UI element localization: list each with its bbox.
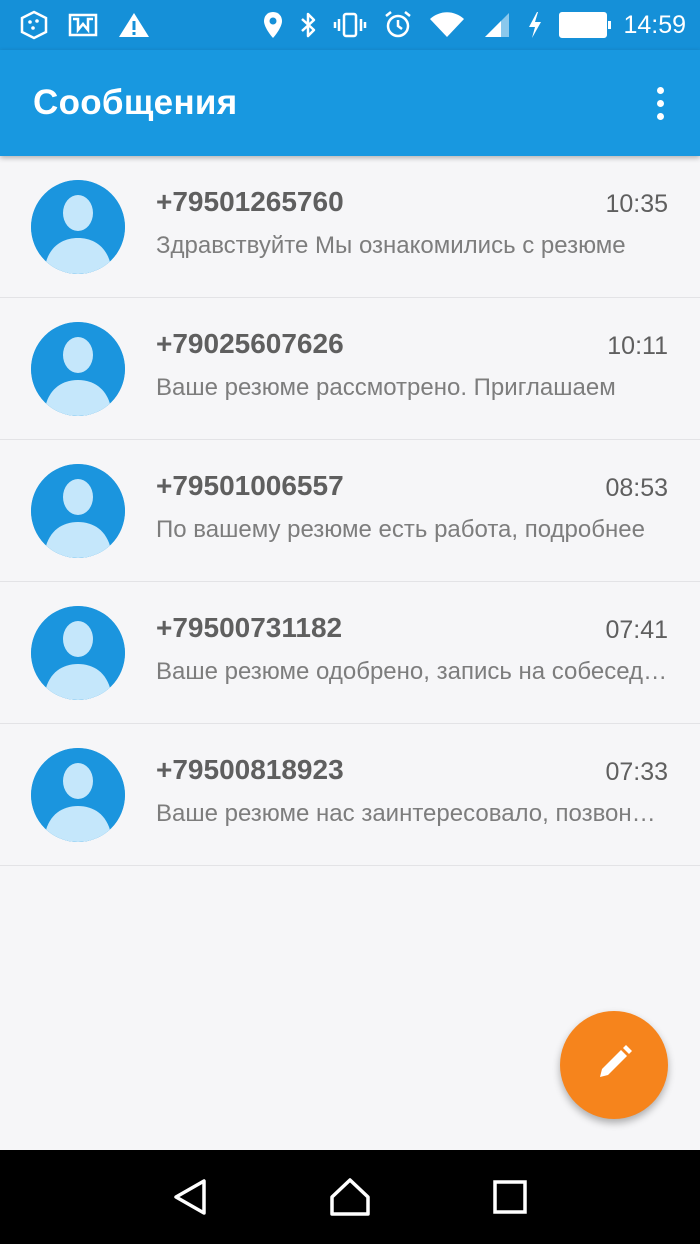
bluetooth-icon: [299, 11, 317, 39]
conversation-list: +79501265760 10:35 Здравствуйте Мы ознак…: [0, 156, 700, 866]
conversation-row[interactable]: +79501006557 08:53 По вашему резюме есть…: [0, 440, 700, 582]
signal-icon: [481, 11, 511, 39]
message-snippet: По вашему резюме есть работа, подробнее: [156, 516, 645, 543]
message-time: 08:53: [605, 474, 668, 502]
conversation-row[interactable]: +79025607626 10:11 Ваше резюме рассмотре…: [0, 298, 700, 440]
vibrate-icon: [333, 11, 367, 39]
conversation-row[interactable]: +79501265760 10:35 Здравствуйте Мы ознак…: [0, 156, 700, 298]
message-time: 07:41: [605, 616, 668, 644]
message-time: 10:35: [605, 190, 668, 218]
avatar: [31, 180, 125, 274]
person-icon: [31, 322, 125, 416]
person-icon: [31, 180, 125, 274]
pencil-icon: [594, 1043, 634, 1088]
avatar: [31, 464, 125, 558]
conversation-row[interactable]: +79500731182 07:41 Ваше резюме одобрено,…: [0, 582, 700, 724]
compose-button[interactable]: [560, 1011, 668, 1119]
status-bar-system: 79% 14:59: [247, 10, 686, 40]
sender-name: +79501006557: [156, 470, 344, 501]
back-icon[interactable]: [160, 1167, 220, 1227]
status-bar-notifications: [20, 10, 170, 40]
message-snippet: Здравствуйте Мы ознакомились с резюме: [156, 232, 626, 259]
wifi-icon: [429, 11, 465, 39]
avatar: [31, 748, 125, 842]
message-time: 07:33: [605, 758, 668, 786]
sender-name: +79025607626: [156, 328, 344, 359]
message-time: 10:11: [607, 332, 668, 360]
conversation-row[interactable]: +79500818923 07:33 Ваше резюме нас заинт…: [0, 724, 700, 866]
app-bar: Сообщения: [0, 50, 700, 156]
page-title: Сообщения: [33, 83, 238, 122]
sender-name: +79500731182: [156, 612, 343, 643]
avatar: [31, 322, 125, 416]
overflow-menu-icon[interactable]: [640, 73, 680, 133]
location-icon: [263, 11, 283, 39]
status-bar: 79% 14:59: [0, 0, 700, 50]
battery-indicator: 79%: [559, 12, 612, 38]
warning-icon: [118, 11, 150, 39]
home-icon[interactable]: [320, 1167, 380, 1227]
person-icon: [31, 606, 125, 700]
status-clock: 14:59: [623, 10, 686, 39]
alarm-icon: [383, 10, 413, 40]
navigation-bar: [0, 1150, 700, 1244]
message-snippet: Ваше резюме нас заинтересовало, позвонит…: [156, 800, 668, 827]
avatar: [31, 606, 125, 700]
app-hex-icon: [20, 10, 48, 40]
person-icon: [31, 464, 125, 558]
recents-icon[interactable]: [480, 1167, 540, 1227]
mail-icon: [68, 12, 98, 38]
message-snippet: Ваше резюме рассмотрено. Приглашаем: [156, 374, 616, 401]
sender-name: +79500818923: [156, 754, 344, 785]
charging-icon: [527, 11, 543, 39]
person-icon: [31, 748, 125, 842]
sender-name: +79501265760: [156, 186, 344, 217]
message-snippet: Ваше резюме одобрено, запись на собеседо…: [156, 658, 668, 685]
